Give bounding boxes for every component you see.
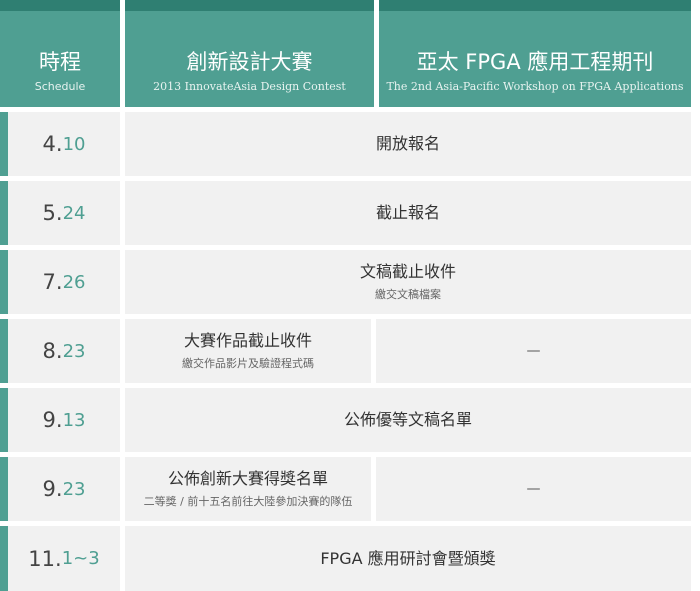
schedule-table: 時程 Schedule 創新設計大賽 2013 InnovateAsia Des…	[0, 0, 700, 591]
header-fpga-title: 亞太 FPGA 應用工程期刊	[416, 50, 654, 74]
date-suffix: 24	[62, 202, 86, 224]
header-schedule-title: 時程	[39, 50, 81, 74]
date-main: 9.	[42, 408, 63, 432]
date-suffix: 23	[62, 478, 86, 500]
event-text: 公佈優等文稿名單	[343, 410, 472, 429]
contest-note: 繳交作品影片及驗證程式碼	[182, 357, 314, 370]
merged-cell: 文稿截止收件 繳交文稿檔案	[125, 250, 691, 314]
date-cell: 8. 23	[8, 319, 120, 383]
contest-cell: 公佈創新大賽得獎名單 二等獎 / 前十五名前往大陸參加決賽的隊伍	[125, 457, 371, 521]
event-note: 繳交文稿檔案	[375, 288, 441, 301]
date-cell: 9. 13	[8, 388, 120, 452]
date-suffix: 26	[62, 271, 86, 293]
merged-cell: FPGA 應用研討會暨頒獎	[125, 526, 691, 591]
date-suffix: 1~3	[61, 548, 100, 569]
header-contest-title: 創新設計大賽	[186, 50, 313, 74]
header-top-band	[379, 0, 691, 11]
contest-text: 公佈創新大賽得獎名單	[167, 469, 328, 488]
contest-note: 二等獎 / 前十五名前往大陸參加決賽的隊伍	[143, 495, 353, 508]
date-main: 4.	[42, 132, 63, 156]
merged-cell: 開放報名	[125, 112, 691, 176]
contest-text: 大賽作品截止收件	[183, 331, 312, 350]
date-cell: 5. 24	[8, 181, 120, 245]
fpga-cell: —	[376, 457, 691, 521]
header-schedule: 時程 Schedule	[0, 0, 120, 107]
header-top-band	[125, 0, 374, 11]
date-suffix: 23	[62, 340, 86, 362]
event-text: FPGA 應用研討會暨頒獎	[320, 548, 496, 568]
date-main: 7.	[42, 270, 63, 294]
date-main: 9.	[42, 477, 63, 501]
row-accent	[0, 388, 8, 452]
event-text: 開放報名	[375, 134, 440, 153]
date-cell: 4. 10	[8, 112, 120, 176]
header-top-band	[0, 0, 120, 11]
fpga-cell: —	[376, 319, 691, 383]
header-contest-subtitle: 2013 InnovateAsia Design Contest	[153, 80, 346, 93]
header-schedule-subtitle: Schedule	[34, 80, 86, 93]
header-contest: 創新設計大賽 2013 InnovateAsia Design Contest	[125, 0, 374, 107]
date-suffix: 10	[62, 133, 86, 155]
date-cell: 11. 1~3	[8, 526, 120, 591]
row-accent	[0, 112, 8, 176]
date-main: 5.	[42, 201, 63, 225]
date-cell: 9. 23	[8, 457, 120, 521]
merged-cell: 截止報名	[125, 181, 691, 245]
row-accent	[0, 526, 8, 591]
fpga-dash: —	[526, 481, 541, 497]
date-main: 8.	[42, 339, 63, 363]
event-text: 文稿截止收件	[359, 262, 456, 281]
row-accent	[0, 250, 8, 314]
fpga-dash: —	[526, 343, 541, 359]
merged-cell: 公佈優等文稿名單	[125, 388, 691, 452]
date-cell: 7. 26	[8, 250, 120, 314]
row-accent	[0, 457, 8, 521]
date-suffix: 13	[62, 409, 86, 431]
row-accent	[0, 319, 8, 383]
contest-cell: 大賽作品截止收件 繳交作品影片及驗證程式碼	[125, 319, 371, 383]
header-fpga: 亞太 FPGA 應用工程期刊 The 2nd Asia-Pacific Work…	[379, 0, 691, 107]
row-accent	[0, 181, 8, 245]
header-fpga-subtitle: The 2nd Asia-Pacific Workshop on FPGA Ap…	[386, 80, 684, 93]
date-main: 11.	[28, 546, 62, 571]
event-text: 截止報名	[375, 203, 440, 222]
